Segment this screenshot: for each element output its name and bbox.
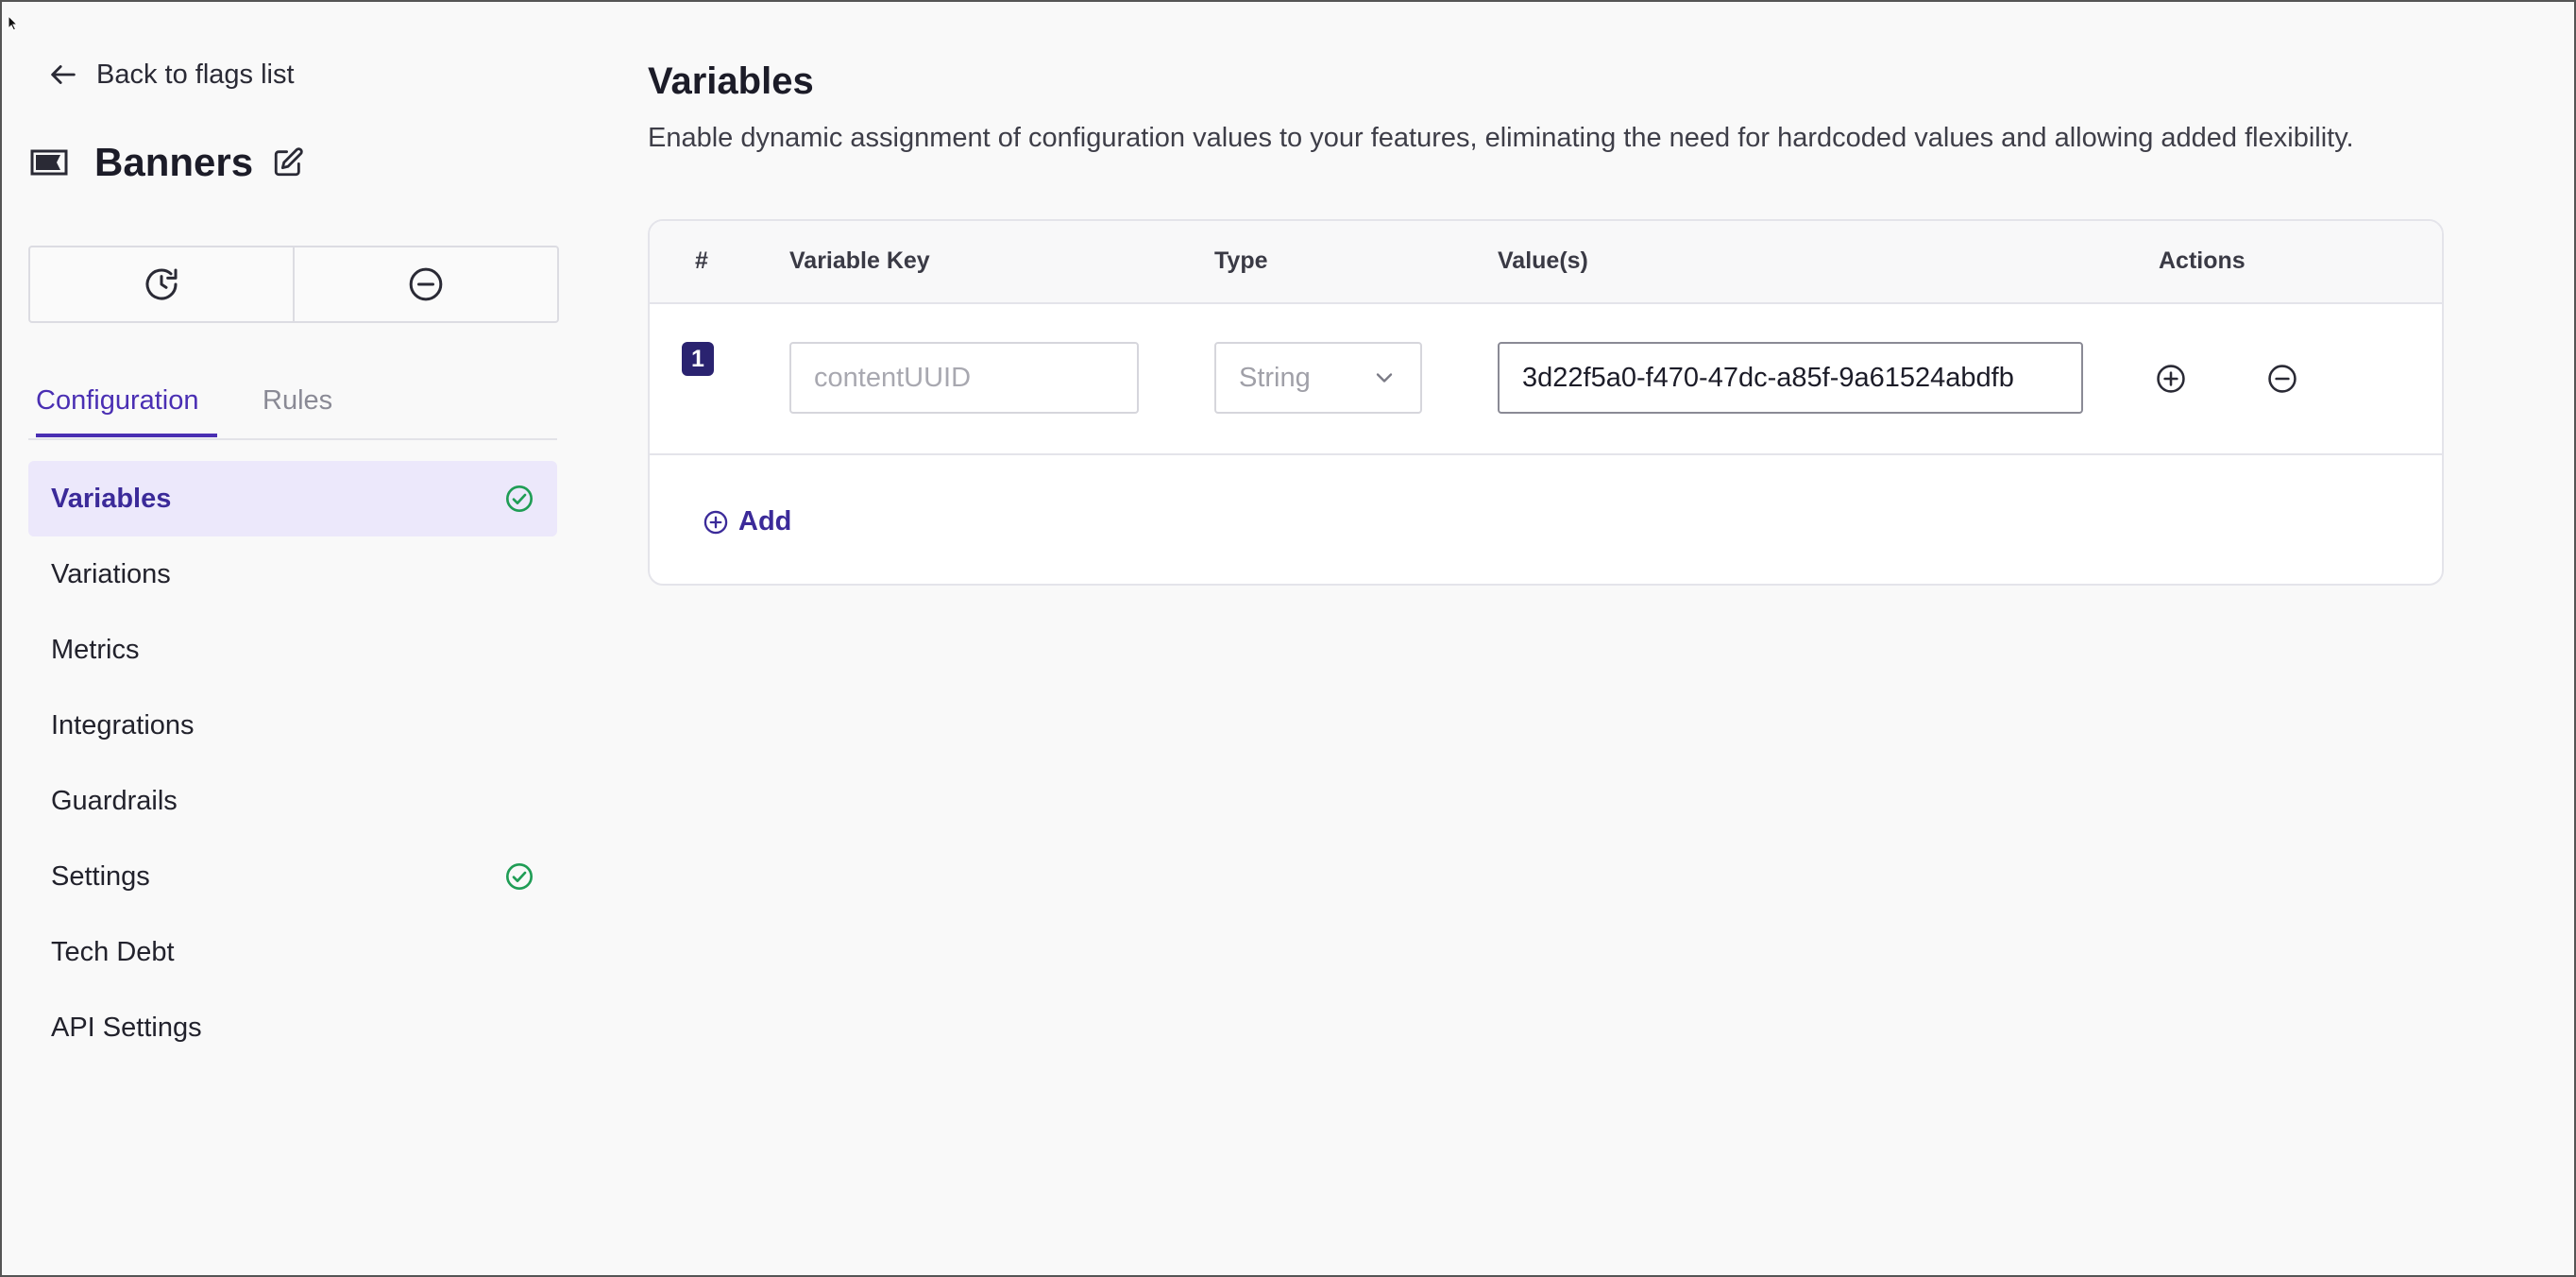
tab-rules[interactable]: Rules	[263, 385, 332, 434]
tab-bar: Configuration Rules	[28, 380, 557, 440]
back-to-flags-link[interactable]: Back to flags list	[47, 59, 295, 91]
nav-item-label: Variables	[51, 483, 172, 514]
flag-name: Banners	[94, 140, 254, 184]
variable-value-input[interactable]: 3d22f5a0-f470-47dc-a85f-9a61524abdfb	[1498, 342, 2083, 414]
row-divider	[650, 453, 2442, 455]
nav-item-metrics[interactable]: Metrics	[28, 612, 557, 688]
add-variable-button[interactable]: Add	[703, 506, 791, 537]
minus-circle-icon	[409, 267, 443, 301]
column-header-actions: Actions	[2159, 247, 2246, 274]
add-row-icon[interactable]	[2155, 363, 2187, 395]
nav-item-label: Integrations	[51, 709, 195, 741]
nav-item-label: Guardrails	[51, 785, 178, 816]
nav-item-integrations[interactable]: Integrations	[28, 688, 557, 763]
nav-item-label: Tech Debt	[51, 936, 175, 967]
app-window: Back to flags list Banners Configuration…	[0, 0, 2576, 1277]
add-button-label: Add	[738, 506, 792, 536]
remove-row-icon[interactable]	[2266, 363, 2298, 395]
row-number-badge: 1	[682, 342, 714, 376]
edit-icon[interactable]	[272, 146, 304, 179]
tab-configuration[interactable]: Configuration	[36, 385, 217, 437]
nav-item-variations[interactable]: Variations	[28, 536, 557, 612]
nav-item-tech-debt[interactable]: Tech Debt	[28, 914, 557, 990]
check-circle-icon	[506, 485, 533, 512]
disable-button[interactable]	[293, 247, 557, 321]
flag-actions-group	[28, 246, 559, 323]
nav-item-label: API Settings	[51, 1012, 202, 1043]
nav-item-settings[interactable]: Settings	[28, 839, 557, 914]
column-header-number: #	[695, 247, 708, 274]
config-nav: Variables Variations Metrics Integration…	[28, 461, 557, 1065]
chevron-down-icon	[1376, 373, 1393, 383]
history-icon	[145, 268, 178, 300]
type-select-value: String	[1239, 362, 1311, 393]
column-header-variable-key: Variable Key	[789, 247, 930, 274]
history-button[interactable]	[30, 247, 293, 321]
variable-key-input[interactable]: contentUUID	[789, 342, 1139, 414]
column-header-values: Value(s)	[1498, 247, 1588, 274]
check-circle-icon	[506, 863, 533, 890]
type-select[interactable]: String	[1214, 342, 1422, 414]
plus-circle-icon	[703, 510, 728, 534]
arrow-left-icon	[51, 65, 76, 84]
flag-header: Banners	[30, 140, 304, 185]
flag-icon	[30, 149, 68, 176]
nav-item-api-settings[interactable]: API Settings	[28, 990, 557, 1065]
nav-item-variables[interactable]: Variables	[28, 461, 557, 536]
mouse-cursor-icon	[8, 15, 19, 31]
nav-item-label: Metrics	[51, 634, 140, 665]
nav-item-guardrails[interactable]: Guardrails	[28, 763, 557, 839]
page-description: Enable dynamic assignment of configurati…	[648, 123, 2354, 153]
table-header: # Variable Key Type Value(s) Actions	[650, 221, 2442, 304]
column-header-type: Type	[1214, 247, 1268, 274]
page-title: Variables	[648, 60, 814, 102]
back-link-label: Back to flags list	[96, 59, 295, 90]
nav-item-label: Settings	[51, 860, 150, 892]
variables-table: # Variable Key Type Value(s) Actions 1 c…	[648, 219, 2444, 586]
nav-item-label: Variations	[51, 558, 171, 589]
